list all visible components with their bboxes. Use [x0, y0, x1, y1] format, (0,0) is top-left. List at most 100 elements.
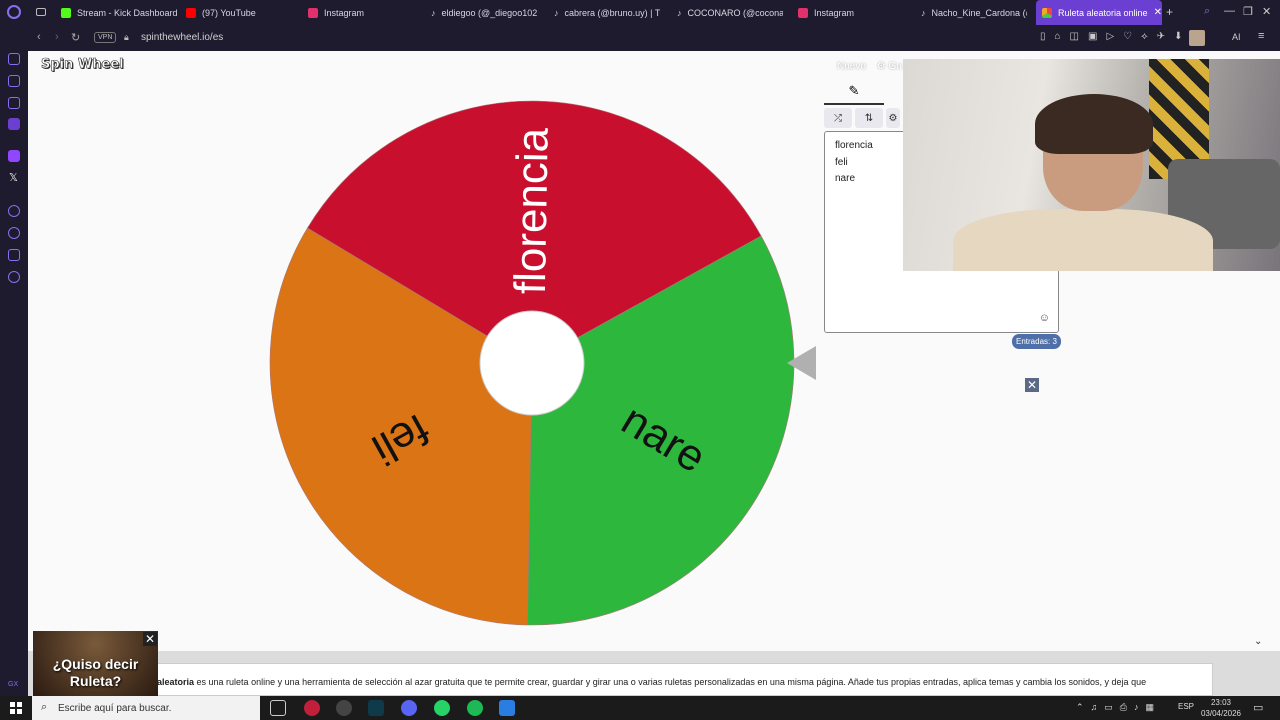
taskbar-search-input[interactable]: ⌕ Escribe aquí para buscar. [32, 696, 260, 720]
tab-kick-dashboard[interactable]: Stream - Kick Dashboard [55, 0, 177, 25]
lock-icon: 🔒︎ [124, 32, 129, 42]
system-tray-icons[interactable]: ⌃♫▭⎙♪▦ [1076, 702, 1161, 713]
spin-wheel[interactable]: florencianarefeli [269, 100, 795, 626]
kick-icon [61, 7, 71, 18]
tab-tiktok-nacho[interactable]: ♪ Nacho_Kine_Cardona (@ [915, 0, 1027, 25]
ad-line-2: Ruleta? [69, 673, 122, 689]
crypto-wallet-icon[interactable] [8, 75, 20, 87]
windows-taskbar: ⌕ Escribe aquí para buscar. ⌃♫▭⎙♪▦ ESP 2… [0, 696, 1280, 720]
system-clock[interactable]: 23:03 03/04/2026 [1196, 697, 1246, 719]
whatsapp-taskbar-icon[interactable] [434, 700, 450, 716]
gx-more-icon[interactable]: GX [8, 681, 18, 688]
opera-logo-icon[interactable] [7, 5, 21, 19]
forward-icon[interactable]: › [55, 31, 59, 43]
terminal-taskbar-icon[interactable] [368, 700, 384, 716]
player-icon[interactable] [8, 205, 20, 217]
ad-banner[interactable]: ¿Quiso decir Ruleta? ✕ [33, 631, 158, 696]
vpn-badge[interactable]: VPN [94, 32, 117, 43]
obs-taskbar-icon[interactable] [336, 700, 352, 716]
language-indicator[interactable]: ESP [1178, 702, 1194, 711]
x-twitter-icon[interactable]: 𝕏 [9, 171, 18, 184]
tab-instagram-1[interactable]: Instagram [302, 0, 422, 25]
task-view-icon[interactable] [270, 700, 286, 716]
instagram-icon [798, 7, 808, 18]
windows-start-icon[interactable] [10, 702, 22, 714]
person-hair [1035, 94, 1153, 154]
search-placeholder: Escribe aquí para buscar. [58, 702, 172, 714]
tab-switcher-icon[interactable] [36, 8, 46, 16]
toolbar-links: Nuevo ⚙ Gu [837, 61, 902, 72]
messenger-icon[interactable] [8, 97, 20, 109]
twitch-icon[interactable] [8, 150, 20, 162]
tab-instagram-2[interactable]: Instagram [792, 0, 904, 25]
tiktok-icon: ♪ [677, 7, 682, 18]
webcam-overlay [903, 59, 1280, 271]
shuffle-icon: ⤮ [834, 112, 842, 124]
tab-tiktok-coconaro[interactable]: ♪ COCONARO (@cocona [671, 0, 783, 25]
url-field[interactable]: spinthewheel.io/es [141, 32, 223, 43]
wheel-hub[interactable] [479, 310, 585, 416]
clock-time: 23:03 [1210, 698, 1232, 707]
opera-gx-taskbar-icon[interactable] [304, 700, 320, 716]
browser-tab-bar: Stream - Kick Dashboard (97) YouTube Ins… [0, 0, 1280, 25]
person-shirt [953, 209, 1213, 271]
notifications-icon[interactable]: ▭ [1253, 701, 1263, 714]
wheel-segment-label: florencia [506, 127, 558, 295]
clock-date: 03/04/2026 [1200, 709, 1242, 718]
ai-button[interactable]: AI [1232, 32, 1241, 42]
tab-tiktok-cabrera[interactable]: ♪ cabrera (@bruno.uy) | T [548, 0, 660, 25]
settings-gear-icon[interactable] [8, 271, 20, 283]
save-icon[interactable]: ⚙ [877, 61, 886, 72]
tab-tiktok-eldiegoo[interactable]: ♪ eldiegoo (@_diegoo102 [425, 0, 537, 25]
maximize-window-icon[interactable]: ❐ [1243, 5, 1253, 18]
search-tabs-icon[interactable]: ⌕ [1204, 5, 1210, 18]
sort-button[interactable]: ⇅ [855, 108, 883, 128]
spotify-taskbar-icon[interactable] [467, 700, 483, 716]
wheel-pointer-icon [787, 346, 816, 380]
back-icon[interactable]: ‹ [37, 31, 41, 43]
search-icon: ⌕ [41, 701, 48, 713]
m-app-icon[interactable] [8, 118, 20, 130]
site-logo[interactable]: Spin Wheel [41, 57, 124, 73]
emoji-picker-icon[interactable]: ☺ [1039, 312, 1050, 324]
extensions-icons[interactable]: ▯⌂◫▣▷♡⟡✈⬇ [1040, 31, 1191, 42]
tab-edit-entries[interactable]: ✎ [824, 79, 884, 105]
entries-count-badge: Entradas: 3 [1012, 334, 1061, 349]
ad-text: ¿Quiso decir Ruleta? [33, 656, 158, 690]
wheel-favicon-icon [1042, 7, 1052, 18]
sort-icon: ⇅ [864, 112, 874, 124]
new-wheel-button[interactable]: Nuevo [837, 61, 866, 72]
address-bar: ‹ › ↻ VPN 🔒︎ spinthewheel.io/es ▯⌂◫▣▷♡⟡✈… [0, 25, 1280, 51]
description-body: es una ruleta online y una herramienta d… [194, 677, 1147, 687]
chevron-down-icon[interactable]: ⌄ [1254, 636, 1262, 647]
menu-icon[interactable]: ≡ [1258, 30, 1264, 42]
profile-avatar[interactable] [1189, 30, 1205, 46]
tab-ruleta-active[interactable]: Ruleta aleatoria online ✕ [1036, 0, 1162, 25]
description-text: aleatoria es una ruleta online y una her… [153, 663, 1213, 696]
ad-close-icon[interactable]: ✕ [143, 632, 157, 646]
gear-icon: ⚙ [888, 112, 898, 124]
shuffle-button[interactable]: ⤮ [824, 108, 852, 128]
reload-icon[interactable]: ↻ [71, 31, 80, 44]
page-content: Spin Wheel florencia nare feli Nuevo ⚙ Gu … [28, 51, 1280, 696]
settings-button[interactable]: ⚙ [886, 108, 900, 128]
tiktok-icon: ♪ [431, 7, 436, 18]
new-tab-icon[interactable]: + [1166, 5, 1173, 19]
tiktok-icon: ♪ [921, 7, 926, 18]
description-bold: aleatoria [157, 677, 195, 687]
discord-taskbar-icon[interactable] [401, 700, 417, 716]
tab-youtube[interactable]: (97) YouTube [180, 0, 300, 25]
save-button[interactable]: Gu [888, 61, 901, 72]
browser-sidebar: 𝕏 GX [0, 51, 28, 696]
pencil-icon: ✎ [848, 83, 860, 98]
close-icon[interactable]: ✕ [1025, 378, 1039, 392]
aria-icon[interactable] [8, 53, 20, 65]
extensions-icon[interactable] [8, 249, 20, 261]
youtube-icon [186, 7, 196, 18]
close-window-icon[interactable]: ✕ [1262, 5, 1271, 18]
history-icon[interactable] [8, 227, 20, 239]
close-tab-icon[interactable]: ✕ [1154, 7, 1162, 18]
ad-line-1: ¿Quiso decir [52, 656, 139, 672]
minimize-window-icon[interactable]: — [1224, 5, 1235, 17]
downloads-taskbar-icon[interactable] [499, 700, 515, 716]
